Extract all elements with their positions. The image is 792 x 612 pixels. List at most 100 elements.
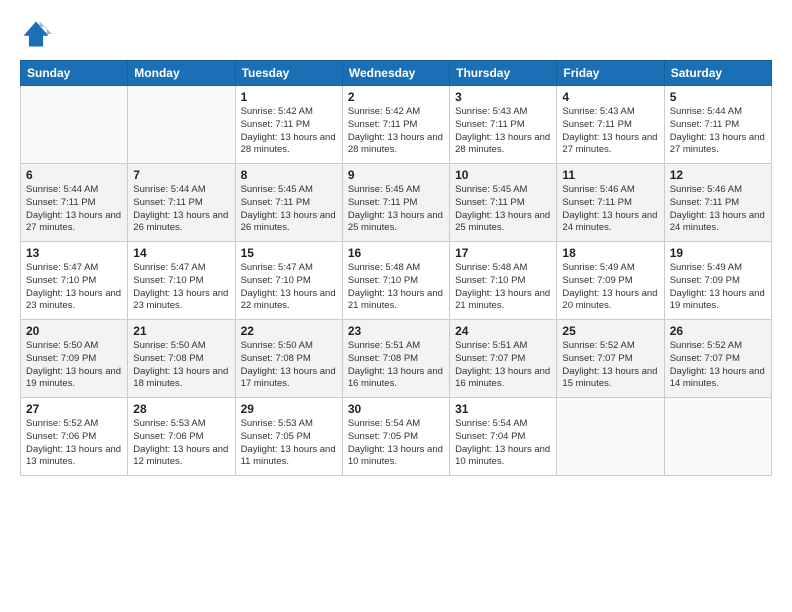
day-detail: Sunrise: 5:54 AMSunset: 7:05 PMDaylight:… xyxy=(348,418,444,469)
day-detail: Sunrise: 5:53 AMSunset: 7:05 PMDaylight:… xyxy=(241,418,337,469)
day-number: 14 xyxy=(133,246,229,260)
day-number: 13 xyxy=(26,246,122,260)
day-detail: Sunrise: 5:52 AMSunset: 7:07 PMDaylight:… xyxy=(670,340,766,391)
day-number: 12 xyxy=(670,168,766,182)
calendar-cell: 13 Sunrise: 5:47 AMSunset: 7:10 PMDayligh… xyxy=(21,242,128,320)
page: SundayMondayTuesdayWednesdayThursdayFrid… xyxy=(0,0,792,612)
day-detail: Sunrise: 5:53 AMSunset: 7:06 PMDaylight:… xyxy=(133,418,229,469)
calendar-cell: 11 Sunrise: 5:46 AMSunset: 7:11 PMDayligh… xyxy=(557,164,664,242)
logo-icon xyxy=(20,18,52,50)
calendar-cell: 22 Sunrise: 5:50 AMSunset: 7:08 PMDayligh… xyxy=(235,320,342,398)
day-number: 11 xyxy=(562,168,658,182)
day-number: 27 xyxy=(26,402,122,416)
calendar-cell: 7Sunrise: 5:44 AMSunset: 7:11 PMDaylight… xyxy=(128,164,235,242)
calendar-cell: 8Sunrise: 5:45 AMSunset: 7:11 PMDaylight… xyxy=(235,164,342,242)
day-detail: Sunrise: 5:42 AMSunset: 7:11 PMDaylight:… xyxy=(348,106,444,157)
day-number: 26 xyxy=(670,324,766,338)
header xyxy=(20,18,772,50)
calendar-cell: 6 Sunrise: 5:44 AMSunset: 7:11 PMDaylight… xyxy=(21,164,128,242)
day-detail: Sunrise: 5:46 AMSunset: 7:11 PMDaylight:… xyxy=(670,184,766,235)
day-detail: Sunrise: 5:45 AMSunset: 7:11 PMDaylight:… xyxy=(348,184,444,235)
day-detail: Sunrise: 5:44 AMSunset: 7:11 PMDaylight:… xyxy=(26,184,122,235)
calendar-cell: 30 Sunrise: 5:54 AMSunset: 7:05 PMDayligh… xyxy=(342,398,449,476)
day-detail: Sunrise: 5:47 AMSunset: 7:10 PMDaylight:… xyxy=(26,262,122,313)
day-number: 25 xyxy=(562,324,658,338)
day-number: 29 xyxy=(241,402,337,416)
day-detail: Sunrise: 5:52 AMSunset: 7:07 PMDaylight:… xyxy=(562,340,658,391)
day-detail: Sunrise: 5:50 AMSunset: 7:09 PMDaylight:… xyxy=(26,340,122,391)
calendar-cell: 16Sunrise: 5:48 AMSunset: 7:10 PMDayligh… xyxy=(342,242,449,320)
calendar-cell: 26 Sunrise: 5:52 AMSunset: 7:07 PMDayligh… xyxy=(664,320,771,398)
week-row-5: 27 Sunrise: 5:52 AMSunset: 7:06 PMDayligh… xyxy=(21,398,772,476)
col-header-sunday: Sunday xyxy=(21,61,128,86)
day-number: 19 xyxy=(670,246,766,260)
day-number: 16 xyxy=(348,246,444,260)
day-number: 24 xyxy=(455,324,551,338)
week-row-4: 20 Sunrise: 5:50 AMSunset: 7:09 PMDayligh… xyxy=(21,320,772,398)
day-detail: Sunrise: 5:50 AMSunset: 7:08 PMDaylight:… xyxy=(241,340,337,391)
day-number: 9 xyxy=(348,168,444,182)
day-detail: Sunrise: 5:49 AMSunset: 7:09 PMDaylight:… xyxy=(670,262,766,313)
day-detail: Sunrise: 5:43 AMSunset: 7:11 PMDaylight:… xyxy=(455,106,551,157)
day-number: 18 xyxy=(562,246,658,260)
calendar-cell: 15 Sunrise: 5:47 AMSunset: 7:10 PMDayligh… xyxy=(235,242,342,320)
day-number: 31 xyxy=(455,402,551,416)
day-number: 15 xyxy=(241,246,337,260)
header-row: SundayMondayTuesdayWednesdayThursdayFrid… xyxy=(21,61,772,86)
day-detail: Sunrise: 5:46 AMSunset: 7:11 PMDaylight:… xyxy=(562,184,658,235)
day-detail: Sunrise: 5:52 AMSunset: 7:06 PMDaylight:… xyxy=(26,418,122,469)
day-number: 6 xyxy=(26,168,122,182)
col-header-wednesday: Wednesday xyxy=(342,61,449,86)
day-detail: Sunrise: 5:50 AMSunset: 7:08 PMDaylight:… xyxy=(133,340,229,391)
calendar-cell: 1 Sunrise: 5:42 AMSunset: 7:11 PMDaylight… xyxy=(235,86,342,164)
day-detail: Sunrise: 5:47 AMSunset: 7:10 PMDaylight:… xyxy=(241,262,337,313)
day-number: 5 xyxy=(670,90,766,104)
day-number: 10 xyxy=(455,168,551,182)
calendar-cell: 21 Sunrise: 5:50 AMSunset: 7:08 PMDayligh… xyxy=(128,320,235,398)
calendar-cell: 10 Sunrise: 5:45 AMSunset: 7:11 PMDayligh… xyxy=(450,164,557,242)
week-row-3: 13 Sunrise: 5:47 AMSunset: 7:10 PMDayligh… xyxy=(21,242,772,320)
calendar-cell: 23 Sunrise: 5:51 AMSunset: 7:08 PMDayligh… xyxy=(342,320,449,398)
col-header-friday: Friday xyxy=(557,61,664,86)
day-detail: Sunrise: 5:43 AMSunset: 7:11 PMDaylight:… xyxy=(562,106,658,157)
logo xyxy=(20,18,56,50)
calendar-cell: 29 Sunrise: 5:53 AMSunset: 7:05 PMDayligh… xyxy=(235,398,342,476)
calendar-cell: 28 Sunrise: 5:53 AMSunset: 7:06 PMDayligh… xyxy=(128,398,235,476)
day-detail: Sunrise: 5:42 AMSunset: 7:11 PMDaylight:… xyxy=(241,106,337,157)
day-number: 28 xyxy=(133,402,229,416)
day-number: 1 xyxy=(241,90,337,104)
col-header-tuesday: Tuesday xyxy=(235,61,342,86)
calendar-cell: 24Sunrise: 5:51 AMSunset: 7:07 PMDayligh… xyxy=(450,320,557,398)
day-number: 3 xyxy=(455,90,551,104)
day-number: 22 xyxy=(241,324,337,338)
calendar-cell: 17Sunrise: 5:48 AMSunset: 7:10 PMDayligh… xyxy=(450,242,557,320)
calendar-cell: 20 Sunrise: 5:50 AMSunset: 7:09 PMDayligh… xyxy=(21,320,128,398)
calendar-cell: 27 Sunrise: 5:52 AMSunset: 7:06 PMDayligh… xyxy=(21,398,128,476)
calendar-cell: 3 Sunrise: 5:43 AMSunset: 7:11 PMDaylight… xyxy=(450,86,557,164)
day-number: 20 xyxy=(26,324,122,338)
calendar-cell xyxy=(128,86,235,164)
day-detail: Sunrise: 5:49 AMSunset: 7:09 PMDaylight:… xyxy=(562,262,658,313)
calendar-cell: 19 Sunrise: 5:49 AMSunset: 7:09 PMDayligh… xyxy=(664,242,771,320)
day-number: 23 xyxy=(348,324,444,338)
day-detail: Sunrise: 5:54 AMSunset: 7:04 PMDaylight:… xyxy=(455,418,551,469)
day-detail: Sunrise: 5:51 AMSunset: 7:08 PMDaylight:… xyxy=(348,340,444,391)
calendar-cell: 2Sunrise: 5:42 AMSunset: 7:11 PMDaylight… xyxy=(342,86,449,164)
calendar-cell: 9 Sunrise: 5:45 AMSunset: 7:11 PMDaylight… xyxy=(342,164,449,242)
calendar-cell xyxy=(664,398,771,476)
calendar-table: SundayMondayTuesdayWednesdayThursdayFrid… xyxy=(20,60,772,476)
week-row-2: 6 Sunrise: 5:44 AMSunset: 7:11 PMDaylight… xyxy=(21,164,772,242)
day-number: 21 xyxy=(133,324,229,338)
calendar-cell: 18 Sunrise: 5:49 AMSunset: 7:09 PMDayligh… xyxy=(557,242,664,320)
day-detail: Sunrise: 5:45 AMSunset: 7:11 PMDaylight:… xyxy=(455,184,551,235)
day-number: 30 xyxy=(348,402,444,416)
col-header-thursday: Thursday xyxy=(450,61,557,86)
day-number: 7 xyxy=(133,168,229,182)
day-number: 17 xyxy=(455,246,551,260)
calendar-cell xyxy=(21,86,128,164)
calendar-cell: 12 Sunrise: 5:46 AMSunset: 7:11 PMDayligh… xyxy=(664,164,771,242)
day-detail: Sunrise: 5:44 AMSunset: 7:11 PMDaylight:… xyxy=(670,106,766,157)
col-header-saturday: Saturday xyxy=(664,61,771,86)
calendar-cell: 5 Sunrise: 5:44 AMSunset: 7:11 PMDaylight… xyxy=(664,86,771,164)
calendar-cell: 25 Sunrise: 5:52 AMSunset: 7:07 PMDayligh… xyxy=(557,320,664,398)
